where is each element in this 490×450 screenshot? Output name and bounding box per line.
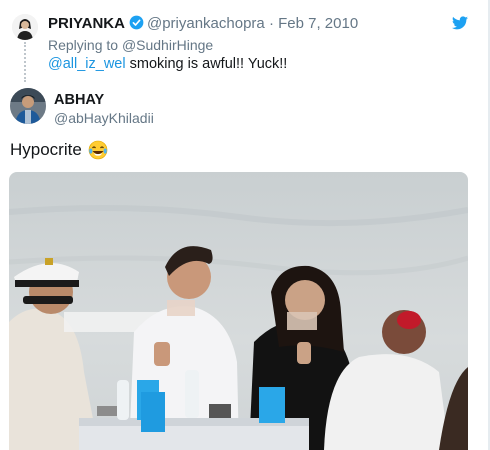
quoted-author-name[interactable]: PRIYANKA <box>48 15 125 32</box>
replying-to-line: Replying to @SudhirHinge <box>48 37 213 53</box>
tweet-screenshot: PRIYANKA @priyankachopra · Feb 7, 2010 Re… <box>0 0 490 450</box>
quoted-tweet-date[interactable]: Feb 7, 2010 <box>278 15 358 32</box>
thread-connector <box>24 42 26 82</box>
quoted-author-handle[interactable]: @priyankachopra <box>147 15 265 32</box>
priyanka-avatar[interactable] <box>12 14 38 40</box>
quoted-tweet-text: @all_iz_wel smoking is awful!! Yuck!! <box>48 56 287 72</box>
author-handle[interactable]: @abHayKhiladii <box>54 110 154 126</box>
tweet-mention-link[interactable]: @all_iz_wel <box>48 56 126 72</box>
quoted-tweet-body: smoking is awful!! Yuck!! <box>129 56 288 72</box>
tears-of-joy-emoji-icon <box>88 140 108 160</box>
date-separator: · <box>268 15 274 32</box>
replying-to-label: Replying to <box>48 37 119 53</box>
abhay-avatar[interactable] <box>10 88 46 124</box>
replying-to-mention[interactable]: @SudhirHinge <box>122 37 213 53</box>
tweet-body: Hypocrite <box>10 140 82 159</box>
twitter-bird-icon[interactable] <box>452 16 468 35</box>
verified-badge-icon <box>129 15 144 34</box>
quoted-tweet-header: PRIYANKA @priyankachopra · Feb 7, 2010 <box>48 15 358 34</box>
tweet-photo[interactable] <box>9 172 468 450</box>
author-name[interactable]: ABHAY <box>54 92 104 108</box>
tweet-text: Hypocrite <box>10 140 108 160</box>
